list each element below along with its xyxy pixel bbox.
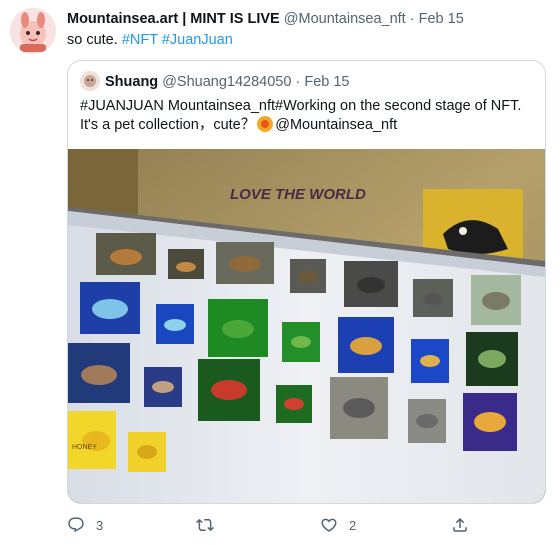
- tweet-actions: 3 2: [67, 514, 487, 536]
- share-icon: [453, 517, 467, 532]
- quote-photo[interactable]: LOVE THE WORLD HONEY: [68, 149, 545, 503]
- quote-date[interactable]: Feb 15: [304, 74, 349, 90]
- like-count: 2: [349, 517, 357, 533]
- reply-button[interactable]: 3: [67, 514, 103, 536]
- quote-header: Shuang @Shuang14284050 · Feb 15: [105, 73, 350, 91]
- share-button[interactable]: [451, 514, 469, 536]
- separator-dot: ·: [295, 74, 301, 90]
- reply-icon: [68, 517, 84, 533]
- quote-author-avatar[interactable]: [80, 71, 100, 91]
- quote-text-line: It's a pet collection，cute？ @Mountainsea_…: [80, 116, 540, 135]
- retweet-button[interactable]: [196, 514, 225, 536]
- tweet-date[interactable]: Feb 15: [419, 11, 464, 27]
- mention-text: @Mountainsea_nft: [275, 117, 398, 133]
- tweet-header: Mountainsea.art | MINT IS LIVE @Mountain…: [67, 10, 464, 28]
- like-button[interactable]: 2: [320, 514, 356, 536]
- author-avatar[interactable]: [10, 8, 56, 54]
- hashtag-link[interactable]: #NFT: [122, 32, 158, 48]
- author-name[interactable]: Mountainsea.art | MINT IS LIVE: [67, 11, 280, 27]
- tweet-text-content: so cute.: [67, 32, 118, 48]
- tweet-text: so cute. #NFT #JuanJuan: [67, 31, 233, 49]
- author-handle[interactable]: @Mountainsea_nft: [284, 11, 406, 27]
- sun-emoji-icon: [257, 116, 274, 132]
- tweet[interactable]: Mountainsea.art | MINT IS LIVE @Mountain…: [0, 0, 560, 545]
- banner-text: LOVE THE WORLD: [230, 186, 366, 203]
- card-text: HONEY: [72, 444, 97, 451]
- quote-author-name[interactable]: Shuang: [105, 74, 158, 90]
- quoted-tweet[interactable]: Shuang @Shuang14284050 · Feb 15 #JUANJUA…: [67, 60, 546, 504]
- heart-icon: [321, 518, 337, 532]
- quote-author-handle[interactable]: @Shuang14284050: [162, 74, 291, 90]
- quote-text-part: It's a pet collection，cute？: [80, 117, 256, 133]
- quote-text-line: #JUANJUAN Mountainsea_nft#Working on the…: [80, 98, 522, 114]
- reply-count: 3: [96, 517, 104, 533]
- separator-dot: ·: [409, 11, 415, 27]
- hashtag-link[interactable]: #JuanJuan: [162, 32, 233, 48]
- quote-text: #JUANJUAN Mountainsea_nft#Working on the…: [80, 97, 540, 135]
- retweet-icon: [196, 518, 214, 532]
